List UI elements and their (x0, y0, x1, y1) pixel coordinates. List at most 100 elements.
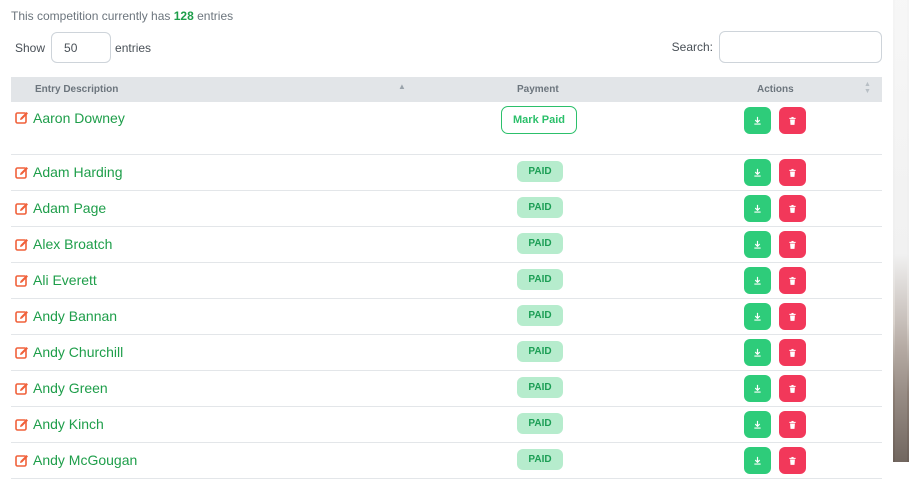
delete-button[interactable] (779, 375, 806, 402)
download-icon (753, 456, 762, 465)
entries-table: Entry Description ▲ Payment Actions ▲ ▼ A… (11, 77, 882, 479)
entry-name[interactable]: Adam Harding (33, 164, 123, 180)
search-label: Search: (671, 40, 713, 54)
table-row: Andy Bannan PAID (11, 299, 882, 335)
delete-button[interactable] (779, 159, 806, 186)
summary-text: This competition currently has (11, 9, 171, 23)
sort-asc-icon[interactable]: ▲ (398, 82, 406, 91)
search-control: Search: (672, 31, 882, 63)
trash-icon (788, 456, 797, 466)
entry-name[interactable]: Alex Broatch (33, 236, 112, 252)
column-header-actions[interactable]: Actions (757, 84, 794, 95)
paid-status-badge: PAID (517, 197, 563, 218)
edit-icon[interactable] (15, 111, 29, 125)
entries-per-page-select[interactable]: 50 (51, 32, 112, 63)
paid-status-badge: PAID (517, 269, 563, 290)
download-icon (753, 204, 762, 213)
sort-icon[interactable]: ▲ ▼ (864, 81, 871, 95)
show-label: Show (15, 40, 46, 55)
edit-icon[interactable] (15, 454, 29, 468)
download-icon (753, 168, 762, 177)
download-button[interactable] (744, 447, 771, 474)
entry-name[interactable]: Andy Green (33, 380, 108, 396)
table-body: Aaron Downey Mark Paid Adam Harding PAID Ada… (11, 102, 882, 479)
entry-name[interactable]: Andy McGougan (33, 452, 137, 468)
entry-name[interactable]: Andy Kinch (33, 416, 104, 432)
download-button[interactable] (744, 195, 771, 222)
trash-icon (788, 384, 797, 394)
search-input[interactable] (719, 31, 882, 63)
download-button[interactable] (744, 267, 771, 294)
paid-status-badge: PAID (517, 161, 563, 182)
edit-icon[interactable] (15, 346, 29, 360)
download-button[interactable] (744, 339, 771, 366)
edit-icon[interactable] (15, 166, 29, 180)
download-icon (753, 384, 762, 393)
edit-icon[interactable] (15, 202, 29, 216)
delete-button[interactable] (779, 411, 806, 438)
table-row: Adam Page PAID (11, 191, 882, 227)
delete-button[interactable] (779, 339, 806, 366)
table-row: Ali Everett PAID (11, 263, 882, 299)
edit-icon[interactable] (15, 238, 29, 252)
entries-label: entries (115, 40, 152, 55)
delete-button[interactable] (779, 107, 806, 134)
download-button[interactable] (744, 303, 771, 330)
download-button[interactable] (744, 159, 771, 186)
summary-suffix: entries (197, 9, 234, 23)
background-strip (893, 0, 909, 462)
download-button[interactable] (744, 231, 771, 258)
edit-icon[interactable] (15, 274, 29, 288)
download-button[interactable] (744, 375, 771, 402)
entry-name[interactable]: Adam Page (33, 200, 106, 216)
entries-summary: This competition currently has 128 entri… (11, 9, 233, 23)
delete-button[interactable] (779, 231, 806, 258)
trash-icon (788, 240, 797, 250)
delete-button[interactable] (779, 447, 806, 474)
download-button[interactable] (744, 411, 771, 438)
delete-button[interactable] (779, 303, 806, 330)
edit-icon[interactable] (15, 310, 29, 324)
entries-count: 128 (173, 9, 194, 23)
table-header: Entry Description ▲ Payment Actions ▲ ▼ (11, 77, 882, 102)
table-row: Andy Churchill PAID (11, 335, 882, 371)
trash-icon (788, 168, 797, 178)
entries-per-page-value: 50 (64, 40, 78, 55)
paid-status-badge: PAID (517, 341, 563, 362)
delete-button[interactable] (779, 195, 806, 222)
paid-status-badge: PAID (517, 449, 563, 470)
download-icon (753, 420, 762, 429)
download-icon (753, 276, 762, 285)
download-icon (753, 312, 762, 321)
edit-icon[interactable] (15, 418, 29, 432)
paid-status-badge: PAID (517, 377, 563, 398)
trash-icon (788, 116, 797, 126)
entry-name[interactable]: Ali Everett (33, 272, 97, 288)
table-row: Andy Green PAID (11, 371, 882, 407)
table-row: Andy Kinch PAID (11, 407, 882, 443)
table-row: Adam Harding PAID (11, 155, 882, 191)
length-control: Show 50 entries (15, 32, 151, 63)
download-icon (753, 116, 762, 125)
paid-status-badge: PAID (517, 413, 563, 434)
paid-status-badge: PAID (517, 305, 563, 326)
entry-name[interactable]: Andy Churchill (33, 344, 123, 360)
download-button[interactable] (744, 107, 771, 134)
table-row: Andy McGougan PAID (11, 443, 882, 479)
column-header-entry-description[interactable]: Entry Description (35, 84, 118, 95)
table-row: Aaron Downey Mark Paid (11, 102, 882, 155)
trash-icon (788, 312, 797, 322)
trash-icon (788, 204, 797, 214)
column-header-payment[interactable]: Payment (517, 84, 559, 95)
table-row: Alex Broatch PAID (11, 227, 882, 263)
entry-name[interactable]: Aaron Downey (33, 110, 125, 126)
edit-icon[interactable] (15, 382, 29, 396)
trash-icon (788, 420, 797, 430)
delete-button[interactable] (779, 267, 806, 294)
download-icon (753, 240, 762, 249)
mark-paid-button[interactable]: Mark Paid (501, 106, 577, 134)
download-icon (753, 348, 762, 357)
trash-icon (788, 276, 797, 286)
paid-status-badge: PAID (517, 233, 563, 254)
entry-name[interactable]: Andy Bannan (33, 308, 117, 324)
